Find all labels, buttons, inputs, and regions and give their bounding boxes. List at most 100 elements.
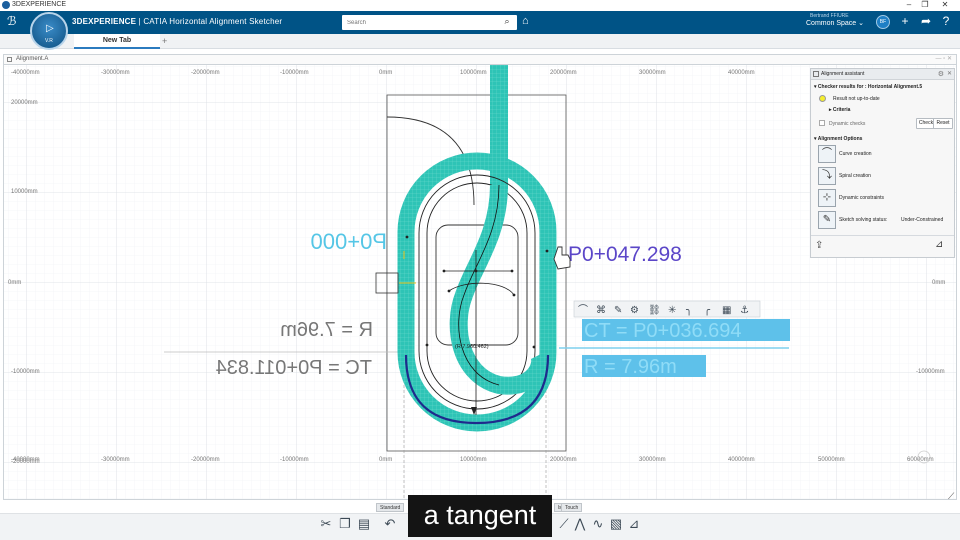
resize-handle-icon[interactable]: ⟋ <box>948 492 955 500</box>
close-icon[interactable]: ✕ <box>947 70 952 77</box>
chart-icon[interactable]: ⊿ <box>935 239 943 250</box>
tab-new[interactable]: New Tab <box>74 34 160 49</box>
tick-label: 40000mm <box>728 457 755 463</box>
arc-right-icon[interactable]: ╭ <box>704 305 711 316</box>
point[interactable] <box>545 249 549 253</box>
dynamic-constraints-icon[interactable]: ⊹ <box>818 189 836 207</box>
maximize-button[interactable]: ❐ <box>918 0 932 9</box>
spiral-tool-icon[interactable]: ⌘ <box>596 305 606 316</box>
point[interactable] <box>442 269 446 273</box>
close-window-button[interactable]: ✕ <box>938 0 952 9</box>
point[interactable] <box>510 269 514 273</box>
curve-tool-icon[interactable]: ⌒ <box>578 304 588 316</box>
label-p0-047: P0+047.298 <box>568 243 682 266</box>
tick-label: -20000mm <box>191 70 220 76</box>
result-status: Result not up-to-date <box>833 96 880 102</box>
tag-icon[interactable]: ⌂ <box>522 15 529 27</box>
tick-label: -40000mm <box>11 70 40 76</box>
user-block[interactable]: Bertrand FFIURE Common Space ⌄ <box>806 13 864 27</box>
tick-label: 0mm <box>379 70 392 76</box>
solving-status: Under-Constrained <box>901 217 944 223</box>
dynamic-checks-checkbox[interactable] <box>819 120 825 126</box>
help-icon[interactable]: ? <box>938 14 954 28</box>
window-title-bar: Alignment.A — ▫ ✕ <box>3 54 957 64</box>
search-icon[interactable]: ⌕ <box>500 16 514 29</box>
anchor-icon[interactable]: ⚓ <box>740 305 749 316</box>
cut-icon[interactable]: ✂ <box>318 516 334 532</box>
tick-label: 40000mm <box>728 70 755 76</box>
checker-header[interactable]: ▾ Checker results for : Horizontal Align… <box>814 84 922 90</box>
point[interactable] <box>532 345 536 349</box>
reset-button[interactable]: Reset <box>933 118 953 129</box>
pencil-icon[interactable]: ✎ <box>614 305 622 316</box>
status-dot-icon <box>819 95 826 102</box>
tab-touch[interactable]: Touch <box>561 503 583 512</box>
line-tool-icon[interactable]: ⟋ <box>556 516 572 532</box>
tick-label: 50000mm <box>818 457 845 463</box>
tick-label: -30000mm <box>101 457 130 463</box>
table-tool-icon[interactable]: ▦ <box>722 305 731 316</box>
option-dynamic-constraints[interactable]: Dynamic constraints <box>839 195 884 201</box>
label-small-radius: (R 7.960.462) <box>455 344 489 350</box>
tick-label: -30000mm <box>101 70 130 76</box>
label-tc-mirrored: TC = P0+011.834 <box>216 357 372 379</box>
arc-left-icon[interactable]: ╮ <box>686 305 692 316</box>
curve-creation-icon[interactable]: ⌒ <box>818 145 836 163</box>
panel-header: Alignment assistant ⚙ ✕ <box>811 69 954 80</box>
sketch-solving-icon[interactable]: ✎ <box>818 211 836 229</box>
tab-standard[interactable]: Standard <box>376 503 405 512</box>
ds-logo-icon[interactable]: ℬ <box>7 14 16 28</box>
tab-bar: New Tab + <box>0 34 960 49</box>
settings-tool-icon[interactable]: ⚙ <box>630 305 639 316</box>
label-r[interactable]: R = 7.96m <box>584 356 677 378</box>
spiral-creation-icon[interactable]: ⤵ <box>818 167 836 185</box>
add-icon[interactable]: + <box>897 14 913 28</box>
tick-label: 0mm <box>379 457 392 463</box>
x-axis-ticks-top: -40000mm -30000mm -20000mm -10000mm 0mm … <box>11 70 755 76</box>
tick-label: 30000mm <box>639 457 666 463</box>
options-header[interactable]: ▾ Alignment Options <box>814 136 862 142</box>
avatar[interactable]: BF <box>876 15 890 29</box>
search-input[interactable] <box>342 15 517 30</box>
panel-icon <box>813 71 819 77</box>
tick-label: -20000mm <box>191 457 220 463</box>
context-toolbar[interactable]: ⌒ ⌘ ✎ ⚙ ⛓ ✳ ╮ ╭ ▦ ⚓ <box>573 300 761 318</box>
analysis-tool-icon[interactable]: ⊿ <box>626 516 642 532</box>
point[interactable] <box>425 343 429 347</box>
option-spiral-creation[interactable]: Spiral creation <box>839 173 871 179</box>
options-header-label: Alignment Options <box>817 136 863 142</box>
point[interactable] <box>405 235 409 239</box>
tick-label: 20000mm <box>550 70 577 76</box>
tick-label: -10000mm <box>11 369 40 375</box>
point[interactable] <box>474 269 478 273</box>
label-p0-000: P0+000 <box>311 229 387 254</box>
minimize-button[interactable]: – <box>902 0 916 9</box>
point[interactable] <box>512 293 516 297</box>
paste-icon[interactable]: ▤ <box>356 516 372 532</box>
share-icon[interactable]: ➦ <box>918 14 934 28</box>
polyline-tool-icon[interactable]: ⋀ <box>572 516 588 532</box>
alignment-entry[interactable] <box>490 65 508 189</box>
criteria-toggle[interactable]: ▸ Criteria <box>829 107 850 113</box>
window-icon <box>7 57 12 62</box>
snowflake-icon[interactable]: ✳ <box>668 305 676 316</box>
export-icon[interactable]: ⇪ <box>815 240 823 251</box>
undo-icon[interactable]: ↶ <box>382 516 398 532</box>
add-tab-button[interactable]: + <box>162 36 167 46</box>
tick-label: 20000mm <box>550 457 577 463</box>
compass-version: V.R <box>45 38 53 44</box>
point[interactable] <box>447 289 451 293</box>
label-r-mirrored: R = 7.96m <box>280 319 373 341</box>
option-sketch-solving: Sketch solving status: <box>839 217 888 223</box>
copy-icon[interactable]: ❐ <box>337 516 353 532</box>
compass-widget[interactable]: ▷ V.R <box>30 12 68 50</box>
profile-tool-icon[interactable]: ▧ <box>608 516 624 532</box>
play-icon: ▷ <box>46 23 54 34</box>
link-icon[interactable]: ⛓ <box>648 304 661 316</box>
label-ct[interactable]: CT = P0+036.694 <box>584 320 742 342</box>
collab-space[interactable]: Common Space ⌄ <box>806 19 864 27</box>
spline-tool-icon[interactable]: ∿ <box>590 516 606 532</box>
option-curve-creation[interactable]: Curve creation <box>839 151 872 157</box>
window-controls-icon[interactable]: — ▫ ✕ <box>936 55 953 62</box>
gear-icon[interactable]: ⚙ <box>938 70 944 78</box>
